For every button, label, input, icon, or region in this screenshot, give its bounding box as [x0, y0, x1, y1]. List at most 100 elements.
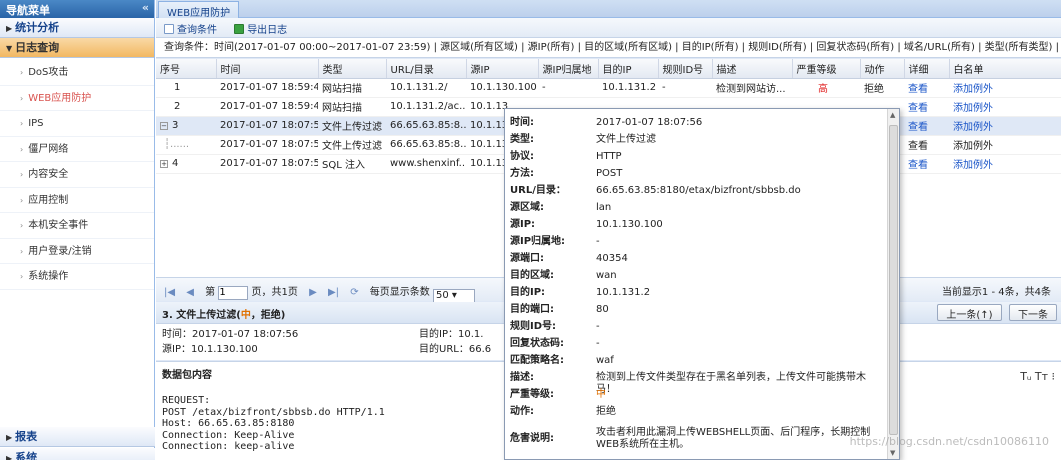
view-detail-link[interactable]: 查看: [904, 154, 949, 174]
cell-type: 网站扫描: [318, 97, 386, 117]
tip-row: 目的端口: 80: [510, 304, 881, 316]
cell-level: 高: [792, 78, 860, 98]
per-page-select[interactable]: 50 ▾: [432, 289, 475, 303]
section-stats[interactable]: ▶ 统计分析: [0, 18, 154, 38]
sidebar-item-label: DoS攻击: [28, 67, 69, 78]
add-exception-link[interactable]: 添加例外: [949, 154, 1061, 174]
sidebar-item-content-security[interactable]: › 内容安全: [0, 162, 154, 188]
first-page-icon[interactable]: |◀: [164, 287, 175, 298]
sidebar-item-label: 系统操作: [28, 271, 69, 282]
cell-no: −3: [156, 116, 216, 136]
cell-type: 文件上传过滤: [318, 135, 386, 155]
col-header[interactable]: URL/目录: [386, 59, 467, 79]
tip-value: HTTP: [596, 151, 622, 162]
collapse-toggle-icon[interactable]: −: [160, 122, 168, 130]
bullet-icon: ›: [20, 68, 24, 77]
cell-time: 2017-01-07 18:07:56: [216, 116, 318, 136]
detail-dst-url: 目的URL：66.6: [419, 344, 492, 355]
expand-arrow-icon: ▶: [6, 433, 13, 442]
text-format-icon[interactable]: Tᵤ Tᴛ ⁝: [1020, 370, 1055, 383]
col-header[interactable]: 类型: [318, 59, 387, 79]
tip-row: 协议: HTTP: [510, 151, 881, 163]
section-reports-label: 报表: [15, 430, 38, 443]
section-system[interactable]: ▶ 系统: [0, 448, 155, 460]
export-log-button[interactable]: 导出日志: [234, 24, 287, 36]
per-page-value: 50: [435, 290, 449, 301]
cell-dst-ip: 10.1.131.2: [598, 78, 658, 98]
add-exception-link[interactable]: 添加例外: [949, 97, 1061, 117]
tip-key: 目的端口:: [510, 304, 554, 315]
add-exception-link[interactable]: 添加例外: [949, 116, 1061, 136]
tip-row: URL/目录： 66.65.63.85:8180/etax/bizfront/sb…: [510, 185, 881, 197]
tip-value: lan: [596, 202, 612, 213]
prev-page-icon[interactable]: ◀: [186, 287, 194, 298]
col-header[interactable]: 详细: [904, 59, 950, 79]
tip-value: 10.1.131.2: [596, 287, 651, 298]
sidebar-item-botnet[interactable]: › 僵尸网络: [0, 137, 154, 162]
tip-row: 时间: 2017-01-07 18:07:56: [510, 117, 881, 129]
refresh-icon[interactable]: ⟳: [350, 287, 358, 298]
add-exception-link[interactable]: 添加例外: [949, 135, 1061, 155]
collapse-icon[interactable]: «: [142, 1, 149, 14]
sidebar-item-label: 内容安全: [28, 169, 69, 180]
col-header[interactable]: 源IP: [466, 59, 539, 79]
scrollbar-thumb[interactable]: [889, 125, 898, 435]
col-header[interactable]: 严重等级: [792, 59, 861, 79]
col-header[interactable]: 时间: [216, 59, 319, 79]
bullet-icon: ›: [20, 93, 24, 103]
view-detail-link[interactable]: 查看: [904, 97, 949, 117]
col-header[interactable]: 目的IP: [598, 59, 659, 79]
sidebar-item-label: 应用控制: [28, 194, 69, 206]
next-record-button[interactable]: 下一条: [1009, 304, 1057, 321]
query-condition-button[interactable]: 查询条件: [164, 24, 217, 36]
tip-row: 规则ID号: -: [510, 321, 881, 333]
section-log-query[interactable]: ▼ 日志查询: [0, 38, 154, 58]
cell-url: 66.65.63.85:8...: [386, 116, 466, 136]
scroll-down-icon[interactable]: ▼: [890, 449, 895, 457]
scroll-up-icon[interactable]: ▲: [890, 111, 895, 119]
sidebar-item-waf[interactable]: › WEB应用防护: [0, 86, 154, 111]
col-header[interactable]: 规则ID号: [658, 59, 713, 79]
expand-arrow-icon: ▶: [6, 454, 13, 460]
col-header[interactable]: 动作: [860, 59, 905, 79]
sidebar-item-label: IPS: [28, 118, 44, 129]
sidebar-item-user-login[interactable]: › 用户登录/注销: [0, 239, 154, 264]
view-detail-link[interactable]: 查看: [904, 78, 949, 98]
section-reports[interactable]: ▶ 报表: [0, 427, 155, 447]
tip-value: 10.1.130.100: [596, 219, 663, 230]
bullet-icon: ›: [20, 170, 24, 179]
query-condition-label: 查询条件: [177, 25, 217, 36]
tip-key: 源端口:: [510, 253, 544, 264]
next-page-icon[interactable]: ▶: [309, 287, 317, 298]
col-header[interactable]: 源IP归属地: [538, 59, 599, 79]
tab-waf[interactable]: WEB应用防护: [158, 1, 240, 19]
tree-line: ┆......: [156, 135, 216, 155]
sidebar-item-ips[interactable]: › IPS: [0, 111, 154, 137]
cell-no-text: 4: [172, 158, 179, 169]
tip-key: 严重等级:: [510, 389, 554, 400]
tooltip-scrollbar[interactable]: ▲ ▼: [887, 109, 899, 459]
table-header: 序号 时间 类型 URL/目录 源IP 源IP归属地 目的IP 规则ID号 描述…: [156, 59, 1061, 79]
page-number-input[interactable]: [218, 285, 249, 300]
last-page-icon[interactable]: ▶|: [328, 287, 339, 298]
tip-row: 源区域: lan: [510, 202, 881, 214]
add-exception-link[interactable]: 添加例外: [949, 78, 1061, 98]
tip-key: URL/目录：: [510, 185, 566, 196]
col-header[interactable]: 序号: [156, 59, 217, 79]
view-detail-link[interactable]: 查看: [904, 116, 949, 136]
tip-value: 80: [596, 304, 609, 315]
table-row[interactable]: 1 2017-01-07 18:59:48 网站扫描 10.1.131.2/ 1…: [156, 78, 1061, 98]
col-header[interactable]: 白名单: [949, 59, 1061, 79]
tip-value: 中: [596, 389, 606, 400]
col-header[interactable]: 描述: [712, 59, 793, 79]
view-detail-link[interactable]: 查看: [904, 135, 949, 155]
prev-record-button[interactable]: 上一条(↑): [937, 304, 1002, 321]
sidebar-item-app-control[interactable]: › 应用控制: [0, 188, 154, 213]
cell-src-loc: -: [538, 78, 598, 98]
expand-toggle-icon[interactable]: +: [160, 160, 168, 168]
cell-src-ip: 10.1.130.100: [466, 78, 538, 98]
sidebar-item-system-ops[interactable]: › 系统操作: [0, 264, 154, 290]
sidebar-item-local-security[interactable]: › 本机安全事件: [0, 213, 154, 239]
tip-value: 2017-01-07 18:07:56: [596, 117, 703, 128]
sidebar-item-dos[interactable]: › DoS攻击: [0, 60, 154, 86]
